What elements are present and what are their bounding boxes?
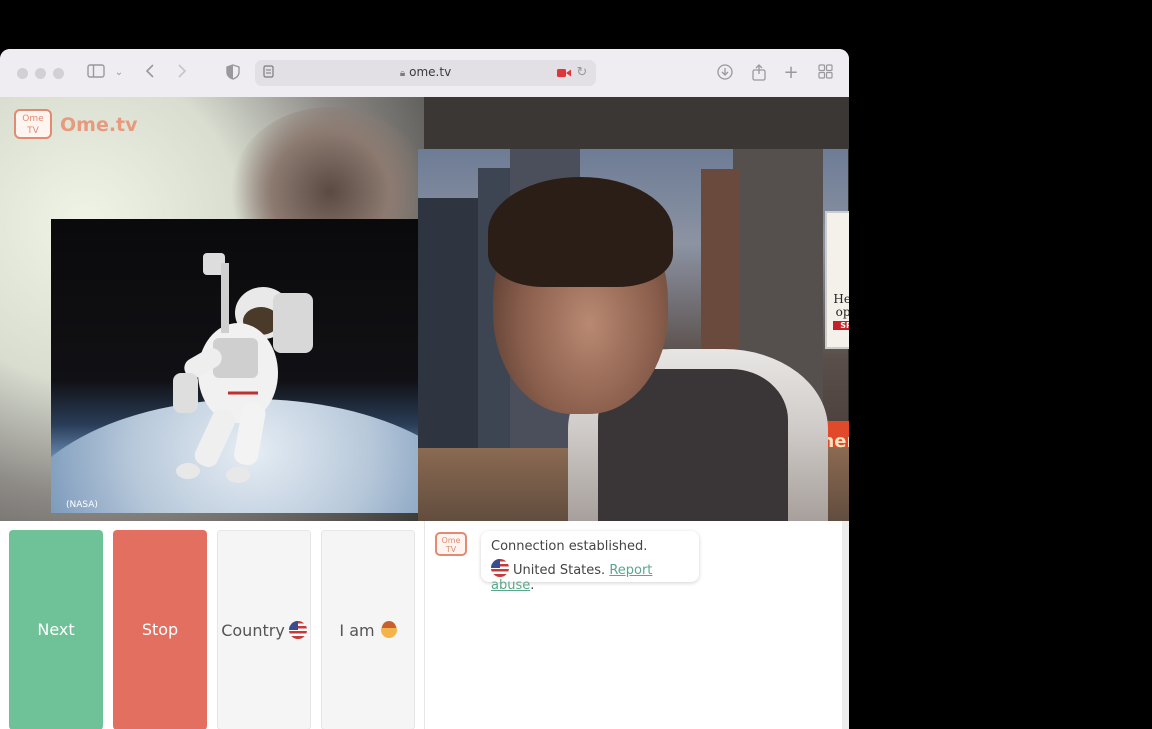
tv-logo-icon: Ome TV [435,532,467,556]
chat-panel: Ome TV Connection established. United St… [424,521,843,729]
new-tab-icon[interactable]: + [782,64,800,82]
reload-icon[interactable]: ↻ [575,64,589,82]
billboard-banner: SPORTSMANSHIP [833,321,849,330]
sidebar-toggle-icon[interactable] [86,64,106,82]
controls-panel: Next Stop Country I am [0,521,424,729]
next-label: Next [37,620,75,639]
share-icon[interactable] [749,64,769,82]
page-content: Ome TV Ome.tv (NASA) He op SP Next Stop … [0,97,849,729]
partner-country-line: United States. Report abuse. [491,559,689,593]
lock-icon: 🔒︎ [399,68,406,79]
forward-icon[interactable] [174,64,190,82]
scrollbar-track[interactable] [842,521,849,729]
stop-button[interactable]: Stop [113,530,207,729]
stop-label: Stop [141,620,179,639]
billboard-text: Helped injured opponent win. [833,292,849,319]
browser-toolbar: ⌄ 🔒︎ ome.tv ↻ + [0,49,849,98]
url-display: 🔒︎ ome.tv [255,65,596,79]
report-suffix: . [530,578,535,593]
person-hair [488,177,673,287]
close-window-button[interactable] [17,68,28,79]
iam-label: I am [339,621,375,640]
boy-face-icon [380,621,397,638]
system-message: Connection established. United States. R… [481,531,699,593]
shield-icon[interactable] [224,64,242,82]
sportsmanship-billboard: Helped injured opponent win. SPORTSMANSH… [825,211,849,349]
partner-country: United States. [513,563,606,578]
url-text: ome.tv [409,65,452,79]
chevron-down-icon[interactable]: ⌄ [113,64,125,82]
next-button[interactable]: Next [9,530,103,729]
remote-video: Helped injured opponent win. SPORTSMANSH… [418,149,849,528]
address-bar[interactable]: 🔒︎ ome.tv ↻ [255,60,596,86]
us-flag-icon [491,559,509,577]
country-button[interactable]: Country [217,530,311,729]
camera-recording-icon[interactable] [557,64,571,82]
download-icon[interactable] [715,64,735,82]
country-label: Country [221,621,285,640]
connection-status: Connection established. [491,539,648,554]
image-credit: (NASA) [66,500,98,510]
astronaut-image: (NASA) [51,219,418,513]
tv-logo-icon: Ome TV [14,109,52,139]
gender-button[interactable]: I am [321,530,415,729]
us-flag-icon [288,621,307,639]
browser-window: ⌄ 🔒︎ ome.tv ↻ + Ome TV Ome.tv (NASA) He … [0,49,849,729]
minimize-window-button[interactable] [35,68,46,79]
zoom-window-button[interactable] [53,68,64,79]
site-logo-text: Ome.tv [60,114,138,136]
astronaut-figure [173,253,313,483]
back-icon[interactable] [142,64,158,82]
tab-overview-icon[interactable] [815,64,835,82]
